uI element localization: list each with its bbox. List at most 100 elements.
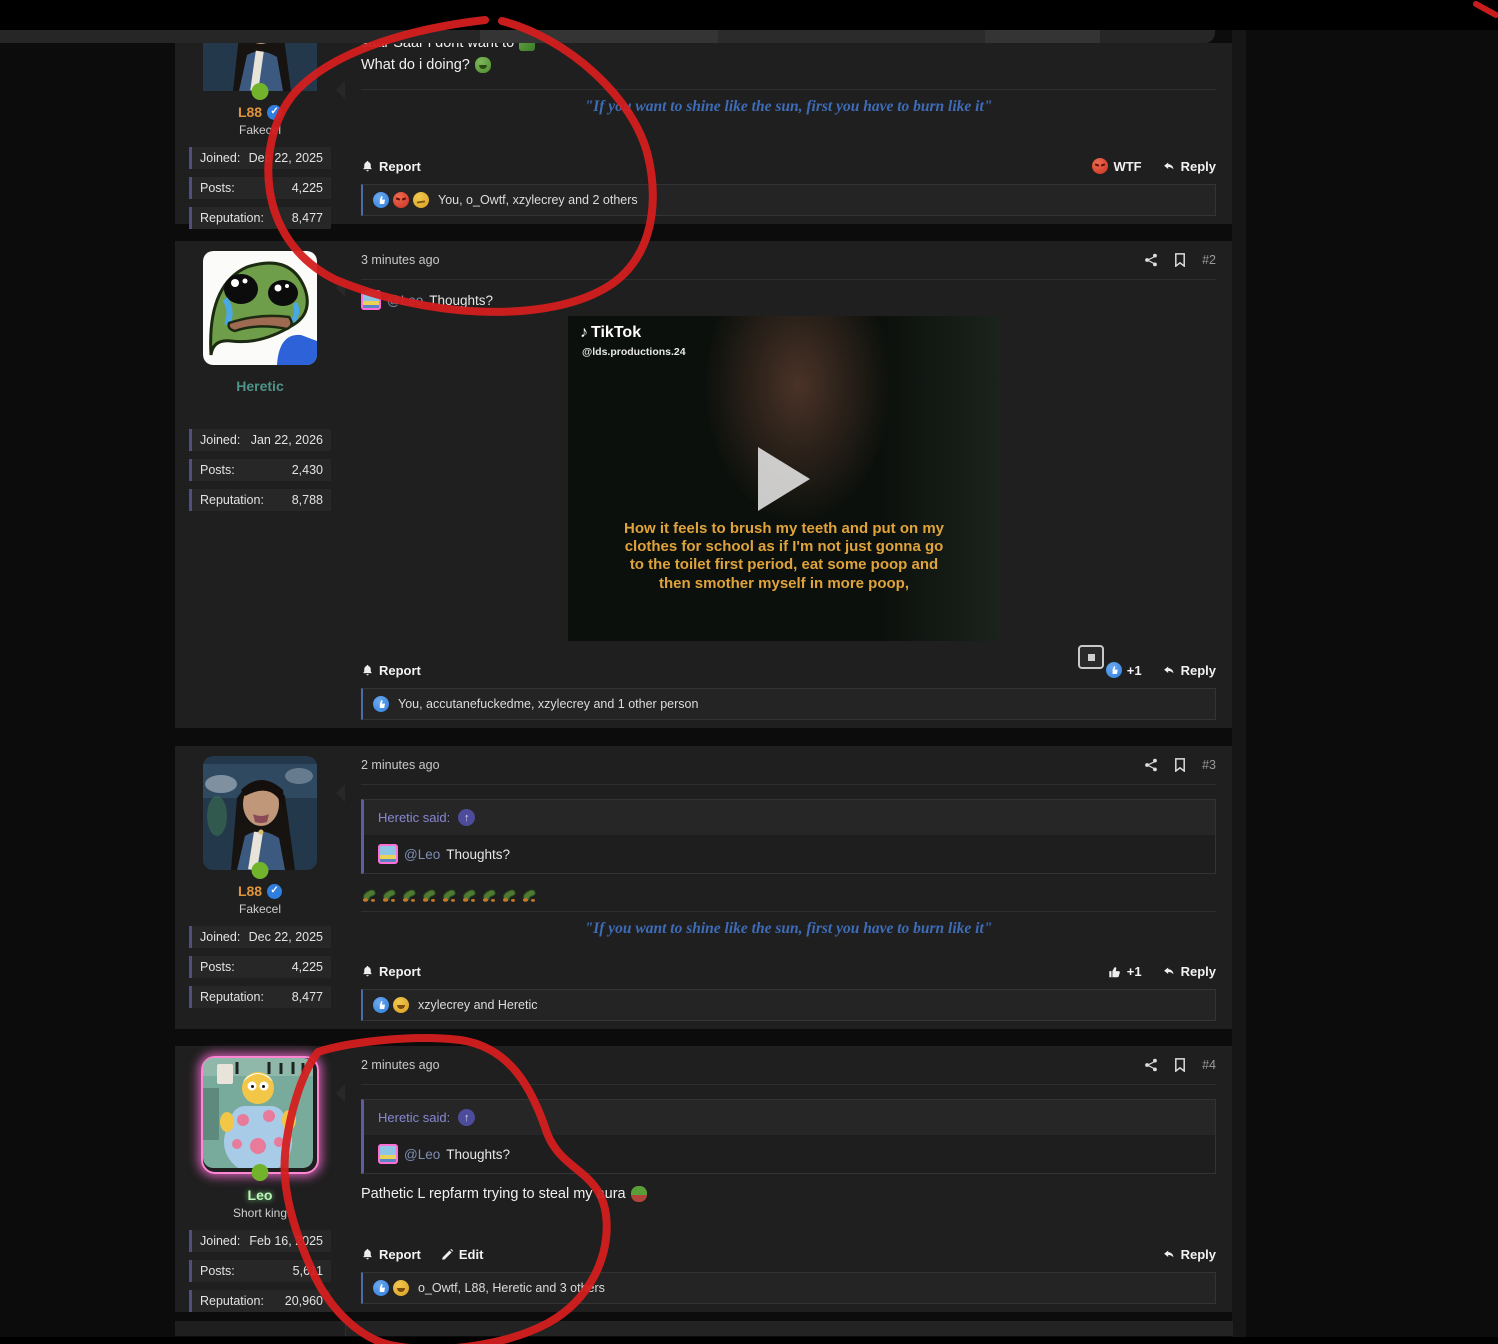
stat-value: Dec 22, 2025 — [249, 930, 323, 944]
reply-icon — [1162, 664, 1176, 677]
media-toggle-icon[interactable] — [1078, 645, 1104, 669]
pencil-icon — [441, 1248, 454, 1261]
stat-value: 4,225 — [292, 960, 323, 974]
post-timestamp[interactable]: 2 minutes ago — [361, 1058, 440, 1072]
play-button-icon[interactable] — [758, 447, 810, 511]
jump-to-quote-icon[interactable]: ↑ — [458, 1109, 475, 1126]
stat-label: Joined: — [200, 433, 240, 447]
reactions-text[interactable]: o_Owtf, L88, Heretic and 3 others — [418, 1281, 605, 1295]
stat-label: Reputation: — [200, 493, 264, 507]
reply-button[interactable]: Reply — [1162, 159, 1216, 174]
edit-button[interactable]: Edit — [441, 1247, 484, 1262]
username[interactable]: Leo — [248, 1187, 273, 1203]
forum-post-3: L88 ✓ Fakecel Joined: Dec 22, 2025 Posts… — [175, 746, 1232, 1029]
stat-label: Posts: — [200, 1264, 235, 1278]
report-button[interactable]: Report — [361, 964, 421, 979]
plus-one-reaction[interactable]: +1 — [1108, 964, 1142, 979]
reply-button[interactable]: Reply — [1162, 663, 1216, 678]
pepe-emoji — [631, 1186, 647, 1202]
post-number[interactable]: #3 — [1202, 758, 1216, 772]
quote-author[interactable]: Heretic said: — [378, 810, 450, 825]
reactions-bar[interactable]: You, o_Owtf, xzylecrey and 2 others — [361, 184, 1216, 216]
avatar[interactable] — [201, 1056, 319, 1174]
report-button[interactable]: Report — [361, 159, 421, 174]
bell-icon — [361, 1248, 374, 1261]
user-panel: L88 ✓ Fakecel Joined: Dec 22, 2025 Posts… — [175, 43, 345, 224]
joy-emoji — [393, 1280, 409, 1296]
stat-label: Posts: — [200, 960, 235, 974]
reactions-text[interactable]: You, o_Owtf, xzylecrey and 2 others — [438, 193, 638, 207]
share-icon[interactable] — [1144, 253, 1158, 267]
username[interactable]: L88 — [238, 104, 262, 120]
avatar[interactable] — [203, 251, 317, 365]
user-panel: Leo Short king Joined: Feb 16, 2025 Post… — [175, 1046, 345, 1312]
report-button[interactable]: Report — [361, 1247, 421, 1262]
stat-value: 4,225 — [292, 181, 323, 195]
stat-value: 5,611 — [293, 1264, 323, 1278]
bookmark-icon[interactable] — [1174, 758, 1186, 772]
mention-link[interactable]: @Leo — [387, 293, 423, 308]
pepe-walk-emoji — [361, 886, 378, 903]
share-icon[interactable] — [1144, 758, 1158, 772]
mention-link[interactable]: @Leo — [404, 1147, 440, 1162]
scrollbar-track[interactable] — [1232, 30, 1246, 1337]
tiktok-handle: @lds.productions.24 — [582, 346, 686, 358]
stat-value: 2,430 — [292, 463, 323, 477]
heretic-avatar-image — [203, 251, 317, 365]
like-emoji — [373, 192, 389, 208]
avatar[interactable] — [203, 43, 317, 91]
username[interactable]: L88 — [238, 883, 262, 899]
user-stat-row: Reputation: 8,477 — [189, 207, 331, 229]
bookmark-icon[interactable] — [1174, 1058, 1186, 1072]
plus-one-reaction[interactable]: +1 — [1106, 662, 1142, 678]
reactions-bar[interactable]: o_Owtf, L88, Heretic and 3 others — [361, 1272, 1216, 1304]
wtf-reaction[interactable]: WTF — [1092, 158, 1141, 174]
tiktok-note-icon: ♪ — [580, 324, 588, 342]
share-icon[interactable] — [1144, 1058, 1158, 1072]
quote-author[interactable]: Heretic said: — [378, 1110, 450, 1125]
reply-icon — [1162, 965, 1176, 978]
reactions-text[interactable]: xzylecrey and Heretic — [418, 998, 538, 1012]
bookmark-icon[interactable] — [1174, 253, 1186, 267]
user-stat-row: Joined: Dec 22, 2025 — [189, 147, 331, 169]
clipped-message-line: saar Saar i dont want to — [361, 43, 1216, 53]
user-stat-row: Posts: 4,225 — [189, 177, 331, 199]
stat-label: Joined: — [200, 930, 240, 944]
tiktok-video-embed[interactable]: ♪TikTok @lds.productions.24 How it feels… — [568, 316, 1000, 641]
pepe-laugh-emoji — [475, 57, 491, 73]
report-button[interactable]: Report — [361, 663, 421, 678]
reactions-bar[interactable]: You, accutanefuckedme, xzylecrey and 1 o… — [361, 688, 1216, 720]
clipped-ui-strip — [1100, 30, 1215, 43]
angry-emoji — [393, 192, 409, 208]
post-timestamp[interactable]: 2 minutes ago — [361, 758, 440, 772]
post-number[interactable]: #4 — [1202, 1058, 1216, 1072]
reply-button[interactable]: Reply — [1162, 1247, 1216, 1262]
post-number[interactable]: #2 — [1202, 253, 1216, 267]
user-stat-row: Posts: 5,611 — [189, 1260, 331, 1282]
red-dash-corner — [1476, 4, 1496, 15]
clipped-ui-strip — [985, 30, 1100, 43]
post-body: @Leo Thoughts? — [361, 280, 1216, 312]
reactions-bar[interactable]: xzylecrey and Heretic — [361, 989, 1216, 1021]
jump-to-quote-icon[interactable]: ↑ — [458, 809, 475, 826]
pepe-walk-emoji — [501, 886, 518, 903]
user-stat-row: Joined: Dec 22, 2025 — [189, 926, 331, 948]
quote-block: Heretic said: ↑ @Leo Thoughts? — [361, 799, 1216, 874]
pepe-emoji-row — [361, 874, 1216, 903]
post-timestamp[interactable]: 3 minutes ago — [361, 253, 440, 267]
stat-label: Reputation: — [200, 211, 264, 225]
clipped-ui-strip — [0, 30, 480, 43]
pepe-walk-emoji — [481, 886, 498, 903]
user-stat-row: Joined: Jan 22, 2026 — [189, 429, 331, 451]
reply-button[interactable]: Reply — [1162, 964, 1216, 979]
like-emoji — [373, 1280, 389, 1296]
avatar[interactable] — [203, 756, 317, 870]
reply-icon — [1162, 1248, 1176, 1261]
reactions-text[interactable]: You, accutanefuckedme, xzylecrey and 1 o… — [398, 697, 698, 711]
like-emoji — [373, 997, 389, 1013]
mention-link[interactable]: @Leo — [404, 847, 440, 862]
leo-avatar-image — [203, 1058, 313, 1168]
online-indicator — [252, 1164, 269, 1181]
bell-icon — [361, 160, 374, 173]
username[interactable]: Heretic — [236, 378, 283, 394]
